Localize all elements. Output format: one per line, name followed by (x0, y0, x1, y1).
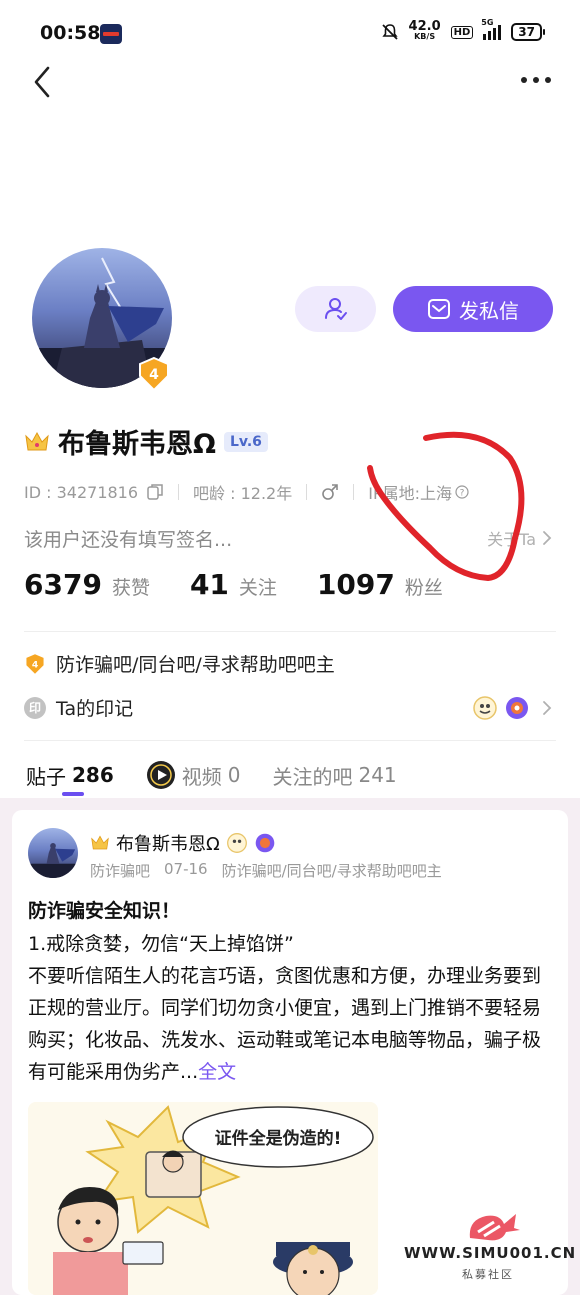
stat-value: 41 (189, 568, 229, 601)
name-row: 布鲁斯韦恩Ω Lv.6 (24, 422, 268, 461)
tab-videos[interactable]: 视频 0 (146, 760, 241, 790)
signal-icon: 5G (481, 18, 502, 40)
avatar-level-text: 4 (149, 367, 159, 383)
image-caption: 证件全是伪造的! (215, 1128, 342, 1149)
marks-row[interactable]: 印 Ta的印记 (24, 694, 556, 721)
stat-label: 关注 (238, 577, 277, 599)
watermark: WWW.SIMU001.CN 私募社区 (404, 1210, 577, 1290)
chevron-right-icon (543, 531, 552, 545)
status-icons: 42.0 KB/S HD 5G 37 (381, 18, 545, 42)
divider (24, 631, 556, 632)
net-speed: 42.0 KB/S (408, 19, 441, 42)
post-title: 防诈骗安全知识！ (28, 900, 181, 922)
post-date: 07-16 (164, 860, 208, 878)
stat-value: 1097 (316, 568, 395, 601)
message-button[interactable]: 发私信 (393, 286, 553, 332)
divider (24, 740, 556, 741)
mute-icon (381, 24, 398, 40)
post-body: 1.戒除贪婪，勿信“天上掉馅饼” 不要听信陌生人的花言巧语，贪图优惠和方便，办理… (28, 928, 554, 1088)
more-button[interactable] (518, 70, 554, 90)
more-icon (521, 77, 551, 83)
mail-icon (428, 299, 450, 319)
meta-separator (306, 484, 308, 500)
post-meta: 防诈骗吧 07-16 防诈骗吧/同台吧/寻求帮助吧吧主 (90, 860, 442, 881)
post-avatar[interactable] (28, 828, 78, 878)
status-time: 00:58 (40, 22, 101, 44)
tab-indicator (62, 792, 84, 796)
meta-separator (178, 484, 180, 500)
follow-button[interactable] (295, 286, 376, 332)
post-author-row: 布鲁斯韦恩Ω (90, 830, 276, 856)
moderator-row[interactable]: 4 防诈骗吧/同台吧/寻求帮助吧吧主 (24, 650, 335, 677)
post-author[interactable]: 布鲁斯韦恩Ω (116, 830, 220, 856)
moderator-badge-icon: 4 (26, 653, 44, 674)
post-author-role: 防诈骗吧/同台吧/寻求帮助吧吧主 (221, 862, 442, 880)
moderator-text: 防诈骗吧/同台吧/寻求帮助吧吧主 (56, 654, 335, 676)
stat-label: 粉丝 (404, 577, 443, 599)
post-subtitle: 1.戒除贪婪，勿信“天上掉馅饼” (28, 933, 294, 955)
stat-label: 获赞 (111, 577, 150, 599)
stat-value: 6379 (24, 568, 102, 601)
annotation-circle (367, 431, 525, 581)
marks-label: Ta的印记 (56, 698, 134, 720)
male-icon (322, 484, 339, 500)
watermark-logo-icon (469, 1214, 520, 1241)
read-more-link[interactable]: 全文 (198, 1061, 236, 1083)
stats-row: 6379 获赞 41 关注 1097 粉丝 (24, 568, 443, 601)
chevron-right-icon (543, 700, 552, 715)
app-notification-icon (100, 24, 122, 44)
ip-location: IP属地:上海 (368, 484, 453, 503)
stat-likes[interactable]: 6379 获赞 (24, 568, 150, 601)
post-image[interactable]: 证件全是伪造的! (28, 1102, 378, 1295)
level-shield-icon: 4 (136, 356, 172, 392)
battery-icon: 37 (511, 23, 545, 41)
meta-separator (353, 484, 355, 500)
mark-badge-icon (226, 833, 247, 853)
mark-badge-icon (255, 833, 275, 853)
tab-count: 0 (227, 763, 241, 787)
copy-icon[interactable] (146, 483, 164, 501)
post-text: 不要听信陌生人的花言巧语，贪图优惠和方便，办理业务要到正规的营业厅。同学们切勿贪… (28, 965, 542, 1083)
tab-label: 视频 (181, 764, 222, 789)
message-button-label: 发私信 (459, 298, 519, 323)
tab-followed-bars[interactable]: 关注的吧 241 (272, 761, 396, 790)
about-label: 关于Ta (487, 530, 536, 549)
video-icon (146, 761, 175, 789)
stat-following[interactable]: 41 关注 (190, 568, 277, 601)
watermark-domain: WWW.SIMU001.CN (404, 1244, 577, 1262)
mark-badge-icon (473, 695, 497, 720)
user-id: ID : 34271816 (24, 482, 139, 502)
tab-posts[interactable]: 贴子 286 (26, 761, 114, 790)
mark-badge-icon (506, 696, 528, 719)
back-button[interactable] (30, 64, 60, 100)
about-link[interactable]: 关于Ta (487, 526, 552, 550)
moderator-badge-text: 4 (32, 659, 38, 670)
user-follow-icon (324, 298, 347, 320)
mark-icon: 印 (24, 696, 46, 719)
signature: 该用户还没有填写签名... (24, 529, 233, 551)
level-badge: Lv.6 (223, 431, 268, 452)
network-type: 5G (481, 18, 494, 27)
bar-age: 吧龄 : 12.2年 (193, 484, 293, 503)
tab-count: 286 (72, 763, 114, 787)
help-icon[interactable]: ? (455, 485, 469, 499)
avatar-image (28, 843, 78, 878)
meta-row: ID : 34271816 吧龄 : 12.2年 IP属地:上海 ? (24, 480, 469, 504)
tab-label: 关注的吧 (272, 764, 353, 789)
user-name: 布鲁斯韦恩Ω (58, 429, 216, 460)
stat-followers[interactable]: 1097 粉丝 (317, 568, 443, 601)
crown-icon (91, 835, 109, 850)
watermark-sub: 私募社区 (462, 1268, 514, 1281)
net-speed-value: 42.0 (408, 19, 441, 34)
crown-icon (25, 431, 49, 450)
tab-count: 241 (358, 763, 397, 787)
post-forum[interactable]: 防诈骗吧 (90, 860, 150, 881)
tab-label: 贴子 (26, 764, 66, 789)
cartoon-illustration: 证件全是伪造的! (28, 1102, 378, 1295)
tab-bar: 贴子 286 视频 0 关注的吧 241 (26, 760, 397, 790)
hd-badge: HD (450, 25, 474, 39)
net-speed-unit: KB/S (414, 32, 436, 41)
svg-text:?: ? (460, 489, 465, 499)
chevron-left-icon (34, 66, 50, 98)
